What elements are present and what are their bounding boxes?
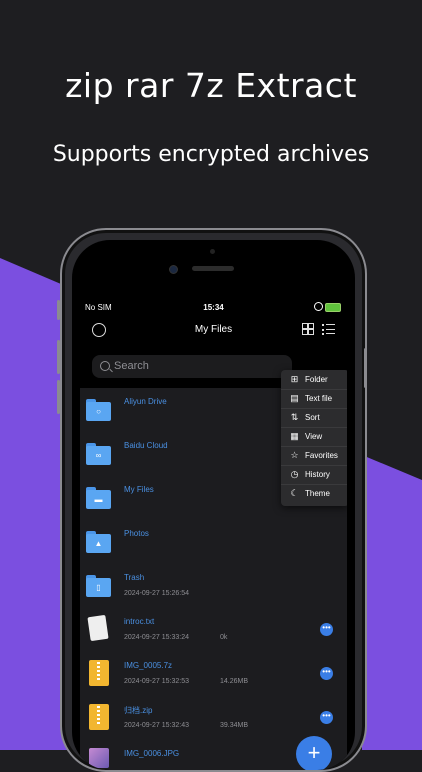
star-icon: ☆ bbox=[290, 450, 299, 460]
menu-list-icon[interactable] bbox=[322, 324, 335, 335]
promo-headline: zip rar 7z Extract bbox=[65, 66, 357, 105]
file-date: 2024-09-27 15:33:24 bbox=[124, 634, 189, 641]
grid-view-icon[interactable] bbox=[302, 323, 314, 335]
search-placeholder: Search bbox=[114, 360, 149, 372]
new-folder-icon: ⊞ bbox=[290, 374, 299, 384]
text-file-icon bbox=[87, 614, 109, 642]
photos-folder-icon: ▲ bbox=[86, 531, 111, 553]
file-date: 2024-09-27 15:32:43 bbox=[124, 722, 189, 729]
add-button[interactable]: + bbox=[296, 736, 332, 770]
sort-icon: ⇅ bbox=[290, 412, 299, 422]
file-size: 39.34MB bbox=[220, 722, 249, 729]
menu-item-view[interactable]: ▦ View bbox=[281, 427, 347, 447]
navigation-bar: My Files bbox=[80, 318, 347, 344]
text-file-icon: ▤ bbox=[290, 393, 299, 403]
battery-icon bbox=[325, 303, 341, 312]
list-item[interactable]: ▯ Trash 2024-09-27 15:26:54 bbox=[80, 564, 347, 609]
search-input[interactable]: Search bbox=[92, 355, 292, 378]
file-date: 2024-09-27 15:26:54 bbox=[124, 590, 189, 597]
earpiece-speaker bbox=[192, 266, 234, 271]
zip-file-icon bbox=[89, 704, 109, 730]
file-name: IMG_0006.JPG bbox=[124, 749, 180, 758]
phone-volume-down bbox=[57, 380, 60, 414]
file-name: Baidu Cloud bbox=[124, 441, 168, 450]
file-name: 归档.zip bbox=[124, 706, 153, 715]
phone-screen-area: No SIM 15:34 My Files Search ○ Aliyun Dr… bbox=[72, 240, 355, 770]
image-file-icon bbox=[89, 748, 109, 768]
app-screen: No SIM 15:34 My Files Search ○ Aliyun Dr… bbox=[80, 300, 347, 770]
file-name: Aliyun Drive bbox=[124, 397, 167, 406]
cloud-folder-icon: ∞ bbox=[86, 443, 111, 465]
menu-item-sort[interactable]: ⇅ Sort bbox=[281, 408, 347, 428]
search-icon bbox=[100, 361, 110, 371]
file-name: introc.txt bbox=[124, 617, 155, 626]
moon-icon: ☾ bbox=[290, 488, 299, 498]
menu-item-history[interactable]: ◷ History bbox=[281, 465, 347, 485]
phone-mute-switch bbox=[57, 300, 60, 320]
list-item[interactable]: 归档.zip 2024-09-27 15:32:43 39.34MB ••• bbox=[80, 696, 347, 741]
menu-item-favorites[interactable]: ☆ Favorites bbox=[281, 446, 347, 466]
more-options-button[interactable]: ••• bbox=[320, 667, 333, 680]
status-time: 15:34 bbox=[203, 303, 224, 312]
file-name: My Files bbox=[124, 485, 154, 494]
list-item[interactable]: IMG_0005.7z 2024-09-27 15:32:53 14.26MB … bbox=[80, 652, 347, 697]
phone-power-button bbox=[364, 348, 367, 388]
menu-item-text-file[interactable]: ▤ Text file bbox=[281, 389, 347, 409]
phone-volume-up bbox=[57, 340, 60, 374]
file-size: 0k bbox=[220, 634, 228, 641]
file-name: IMG_0005.7z bbox=[124, 661, 173, 670]
grid-icon: ▦ bbox=[290, 431, 299, 441]
add-menu-popover: ⊞ Folder ▤ Text file ⇅ Sort ▦ View ☆ Favorite… bbox=[281, 370, 347, 506]
status-bar: No SIM 15:34 bbox=[80, 300, 347, 316]
promo-subheadline: Supports encrypted archives bbox=[52, 142, 370, 167]
trash-folder-icon: ▯ bbox=[86, 575, 111, 597]
file-date: 2024-09-27 15:32:53 bbox=[124, 678, 189, 685]
sensor-dot bbox=[210, 249, 215, 254]
cloud-folder-icon: ○ bbox=[86, 399, 111, 421]
file-name: Trash bbox=[124, 573, 145, 582]
zip-file-icon bbox=[89, 660, 109, 686]
menu-item-folder[interactable]: ⊞ Folder bbox=[281, 370, 347, 390]
folder-icon: ▬ bbox=[86, 487, 111, 509]
more-options-button[interactable]: ••• bbox=[320, 623, 333, 636]
list-item[interactable]: ▲ Photos bbox=[80, 520, 347, 565]
list-item[interactable]: introc.txt 2024-09-27 15:33:24 0k ••• bbox=[80, 608, 347, 653]
history-icon: ◷ bbox=[290, 469, 299, 479]
phone-frame: No SIM 15:34 My Files Search ○ Aliyun Dr… bbox=[57, 228, 367, 772]
menu-item-theme[interactable]: ☾ Theme bbox=[281, 484, 347, 503]
orientation-lock-icon bbox=[314, 302, 323, 311]
front-camera bbox=[169, 265, 178, 274]
more-options-button[interactable]: ••• bbox=[320, 711, 333, 724]
file-size: 14.26MB bbox=[220, 678, 249, 685]
file-name: Photos bbox=[124, 529, 149, 538]
